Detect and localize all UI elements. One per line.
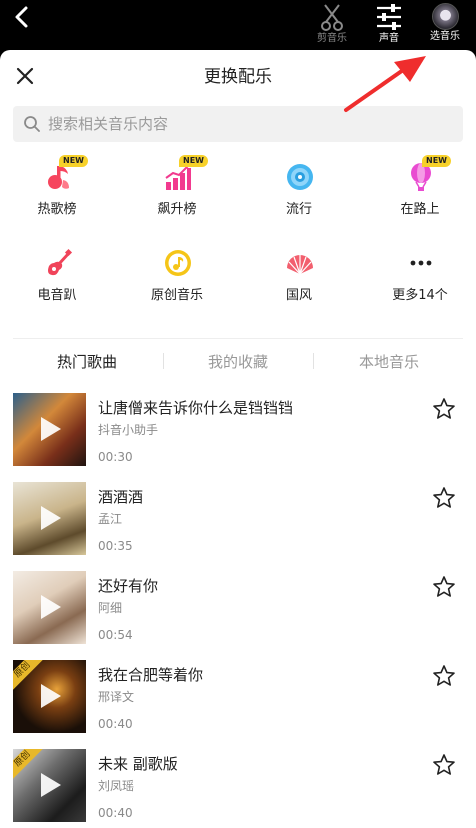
song-title: 我在合肥等着你 (98, 666, 204, 684)
song-title: 酒酒酒 (98, 488, 144, 506)
song-row[interactable]: 原创 未来 副歌版 刘凤瑶 00:40 (13, 749, 463, 823)
cut-music-label: 剪音乐 (317, 33, 347, 44)
more-icon (410, 260, 432, 266)
select-music-label: 选音乐 (430, 31, 460, 42)
category-label: 在路上 (400, 202, 440, 217)
category-hot-songs[interactable]: NEW 热歌榜 (7, 155, 107, 230)
song-title: 还好有你 (98, 577, 159, 595)
new-badge: NEW (179, 155, 208, 167)
avatar (431, 3, 459, 30)
red-arrow-annotation (344, 56, 426, 112)
search-icon (24, 116, 40, 132)
category-label: 热歌榜 (37, 202, 77, 217)
tab-hot-songs[interactable]: 热门歌曲 (57, 351, 117, 372)
play-icon[interactable] (41, 506, 61, 530)
music-disc-icon (165, 250, 191, 276)
select-music-button[interactable]: 选音乐 (417, 0, 473, 50)
new-badge: NEW (59, 155, 88, 167)
song-duration: 00:35 (98, 539, 133, 553)
favorite-star-icon[interactable] (432, 486, 456, 510)
song-row[interactable]: 酒酒酒 孟江 00:35 (13, 482, 463, 556)
tab-divider (313, 353, 314, 369)
tab-favorites[interactable]: 我的收藏 (208, 351, 268, 372)
category-label: 流行 (285, 202, 312, 217)
scissors-icon (321, 4, 343, 31)
back-icon[interactable] (10, 4, 36, 30)
song-artist: 邢译文 (98, 690, 135, 704)
category-on-the-road[interactable]: NEW 在路上 (370, 155, 470, 230)
category-label: 更多14个 (392, 288, 448, 303)
song-row[interactable]: 让唐僧来告诉你什么是铛铛铛 抖音小助手 00:30 (13, 393, 463, 467)
song-cover[interactable] (13, 571, 86, 644)
song-cover[interactable] (13, 482, 86, 555)
song-artist: 抖音小助手 (98, 423, 159, 437)
tab-local-music[interactable]: 本地音乐 (359, 351, 419, 372)
play-icon[interactable] (41, 684, 61, 708)
fan-icon (287, 255, 313, 275)
sound-button[interactable]: 声音 (361, 0, 417, 50)
tab-divider (163, 353, 164, 369)
song-duration: 00:40 (98, 806, 133, 820)
song-artist: 孟江 (98, 512, 123, 526)
category-edm[interactable]: 电音趴 (7, 248, 107, 316)
category-label: 国风 (285, 288, 312, 303)
song-row[interactable]: 还好有你 阿细 00:54 (13, 571, 463, 645)
play-icon[interactable] (41, 595, 61, 619)
song-duration: 00:54 (98, 628, 133, 642)
song-row[interactable]: 原创 我在合肥等着你 邢译文 00:40 (13, 660, 463, 734)
music-tabs: 热门歌曲 我的收藏 本地音乐 (13, 338, 463, 382)
category-label: 电音趴 (37, 288, 77, 303)
cut-music-button[interactable]: 剪音乐 (304, 0, 360, 50)
sound-label: 声音 (379, 33, 399, 44)
song-cover[interactable]: 原创 (13, 749, 86, 822)
song-artist: 阿细 (98, 601, 123, 615)
category-pop[interactable]: 流行 (249, 162, 349, 230)
song-duration: 00:40 (98, 717, 133, 731)
category-label: 原创音乐 (150, 288, 203, 303)
vinyl-icon (287, 164, 313, 190)
category-rising[interactable]: NEW 飙升榜 (127, 155, 227, 230)
song-title: 未来 副歌版 (98, 755, 178, 773)
favorite-star-icon[interactable] (432, 664, 456, 688)
original-badge: 原创 (13, 749, 45, 782)
category-label: 飙升榜 (157, 202, 197, 217)
category-chinese-style[interactable]: 国风 (249, 248, 349, 316)
song-duration: 00:30 (98, 450, 133, 464)
favorite-star-icon[interactable] (432, 753, 456, 777)
category-more[interactable]: 更多14个 (370, 248, 470, 316)
new-badge: NEW (422, 155, 451, 167)
play-icon[interactable] (41, 417, 61, 441)
play-icon[interactable] (41, 773, 61, 797)
category-original-music[interactable]: 原创音乐 (127, 248, 227, 316)
song-cover[interactable] (13, 393, 86, 466)
favorite-star-icon[interactable] (432, 575, 456, 599)
original-badge: 原创 (13, 660, 45, 693)
guitar-icon (48, 248, 73, 276)
favorite-star-icon[interactable] (432, 397, 456, 421)
song-title: 让唐僧来告诉你什么是铛铛铛 (98, 399, 294, 417)
song-artist: 刘凤瑶 (98, 779, 135, 793)
song-cover[interactable]: 原创 (13, 660, 86, 733)
sliders-icon (377, 4, 401, 30)
music-sheet: 更换配乐 NEW 热歌榜 NEW 飙升榜 (0, 50, 476, 828)
